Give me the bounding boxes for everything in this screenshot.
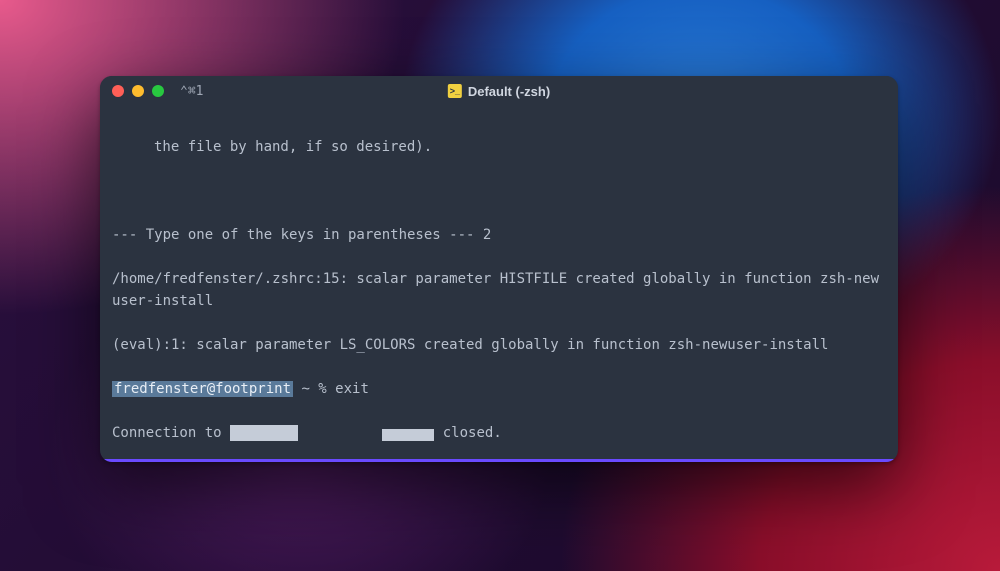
prompt-user-host: fredfenster@footprint — [112, 381, 293, 397]
window-titlebar[interactable]: ⌃⌘1 >_ Default (-zsh) — [100, 76, 898, 106]
output-line: --- Type one of the keys in parentheses … — [112, 224, 886, 246]
command-text: ~ % exit — [293, 381, 369, 397]
close-button[interactable] — [112, 85, 124, 97]
window-title-text: Default (-zsh) — [468, 84, 550, 99]
output-line: /home/fredfenster/.zshrc:15: scalar para… — [112, 268, 886, 312]
output-line — [112, 180, 886, 202]
minimize-button[interactable] — [132, 85, 144, 97]
output-line: Connection to closed. — [112, 422, 886, 444]
terminal-window: ⌃⌘1 >_ Default (-zsh) the file by hand, … — [100, 76, 898, 462]
terminal-content[interactable]: the file by hand, if so desired). --- Ty… — [100, 106, 898, 462]
traffic-lights — [112, 85, 164, 97]
prompt-line: fredfenster@footprint ~ % exit — [112, 378, 886, 400]
window-title: >_ Default (-zsh) — [448, 84, 550, 99]
terminal-icon: >_ — [448, 84, 462, 98]
redacted-text — [382, 429, 434, 441]
output-line: the file by hand, if so desired). — [112, 136, 886, 158]
output-line: (eval):1: scalar parameter LS_COLORS cre… — [112, 334, 886, 356]
tab-shortcut-label: ⌃⌘1 — [180, 84, 203, 99]
maximize-button[interactable] — [152, 85, 164, 97]
redacted-text — [230, 425, 298, 441]
